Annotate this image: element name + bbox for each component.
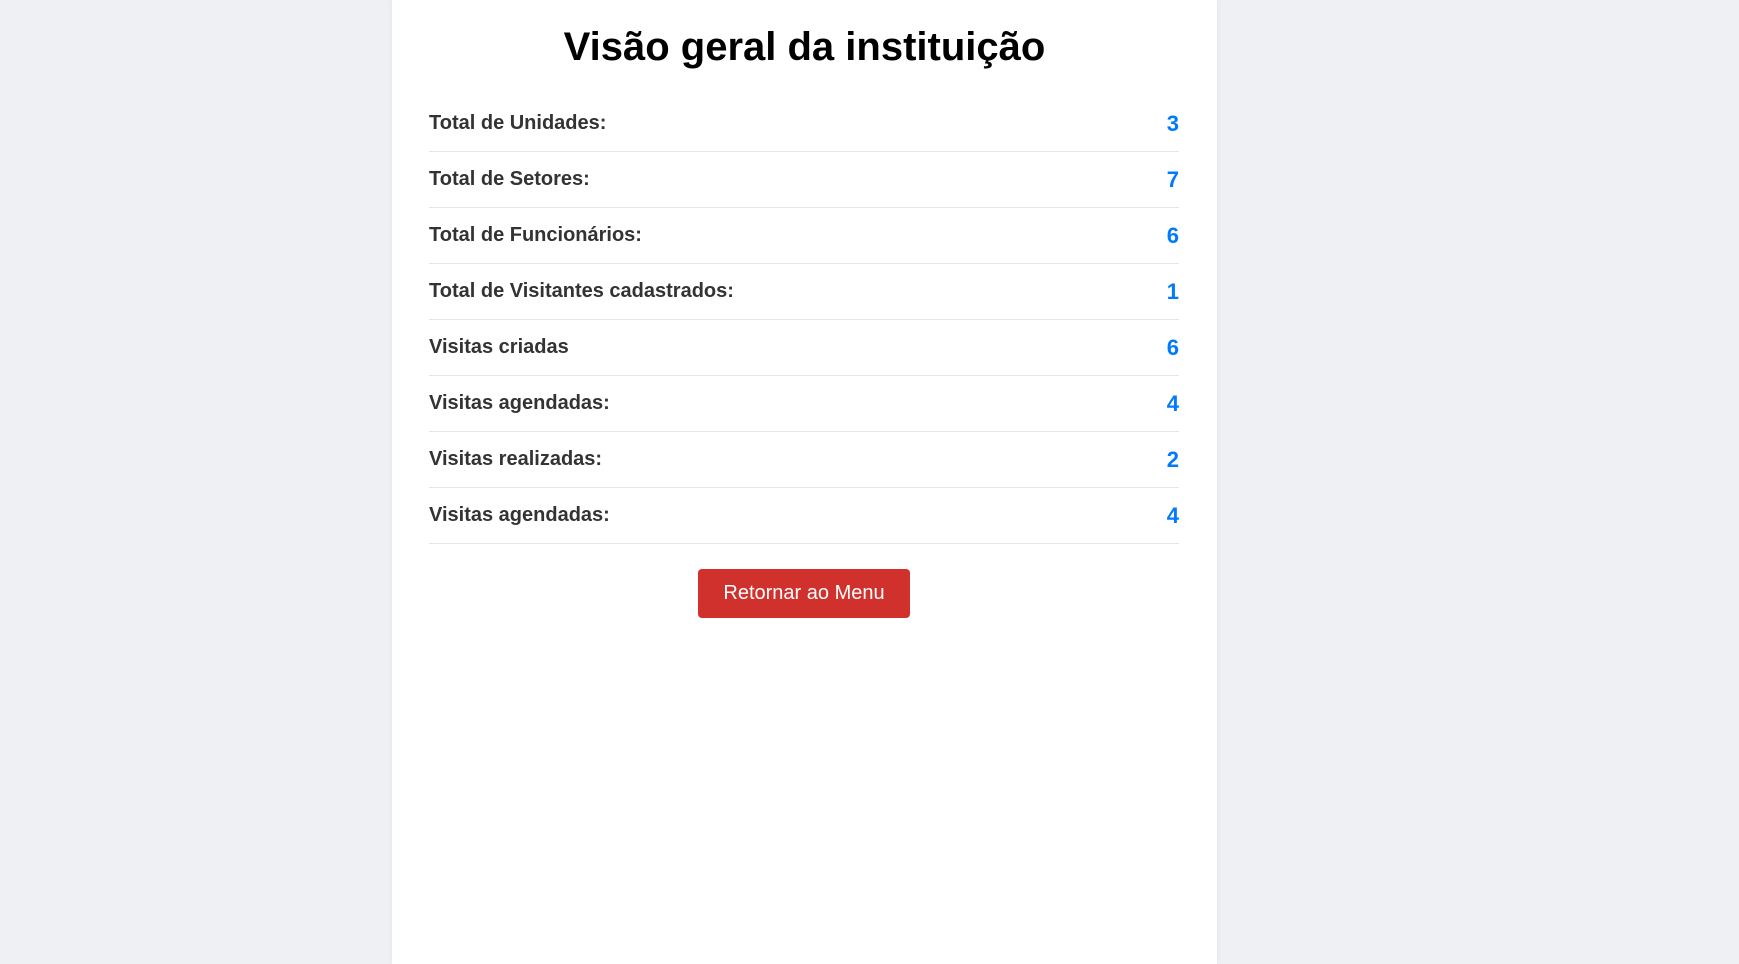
stat-row-visitas-realizadas: Visitas realizadas: 2 bbox=[429, 432, 1179, 488]
stat-row-visitas-criadas: Visitas criadas 6 bbox=[429, 320, 1179, 376]
stat-value: 6 bbox=[1166, 222, 1179, 248]
stat-label: Visitas agendadas: bbox=[429, 504, 610, 526]
stat-label: Total de Unidades: bbox=[429, 112, 607, 134]
stats-list: Total de Unidades: 3 Total de Setores: 7… bbox=[429, 96, 1179, 544]
stat-label: Visitas agendadas: bbox=[429, 392, 610, 414]
stat-row-funcionarios: Total de Funcionários: 6 bbox=[429, 208, 1179, 264]
stat-row-visitas-agendadas-2: Visitas agendadas: 4 bbox=[429, 488, 1179, 544]
stat-label: Total de Setores: bbox=[429, 168, 590, 190]
stat-value: 1 bbox=[1166, 278, 1179, 304]
overview-panel: Visão geral da instituição Total de Unid… bbox=[392, 0, 1217, 964]
stat-label: Total de Funcionários: bbox=[429, 224, 642, 246]
stat-label: Visitas criadas bbox=[429, 336, 569, 358]
stat-value: 4 bbox=[1166, 502, 1179, 528]
stat-row-visitas-agendadas: Visitas agendadas: 4 bbox=[429, 376, 1179, 432]
stat-value: 6 bbox=[1166, 334, 1179, 360]
page-title: Visão geral da instituição bbox=[563, 25, 1046, 69]
stat-label: Total de Visitantes cadastrados: bbox=[429, 280, 734, 302]
stat-value: 4 bbox=[1166, 390, 1179, 416]
stat-value: 2 bbox=[1166, 446, 1179, 472]
stat-value: 7 bbox=[1166, 166, 1179, 192]
return-to-menu-button[interactable]: Retornar ao Menu bbox=[698, 569, 910, 618]
stat-value: 3 bbox=[1166, 110, 1179, 136]
stat-row-setores: Total de Setores: 7 bbox=[429, 152, 1179, 208]
stat-label: Visitas realizadas: bbox=[429, 448, 603, 470]
stat-row-unidades: Total de Unidades: 3 bbox=[429, 96, 1179, 152]
stat-row-visitantes: Total de Visitantes cadastrados: 1 bbox=[429, 264, 1179, 320]
